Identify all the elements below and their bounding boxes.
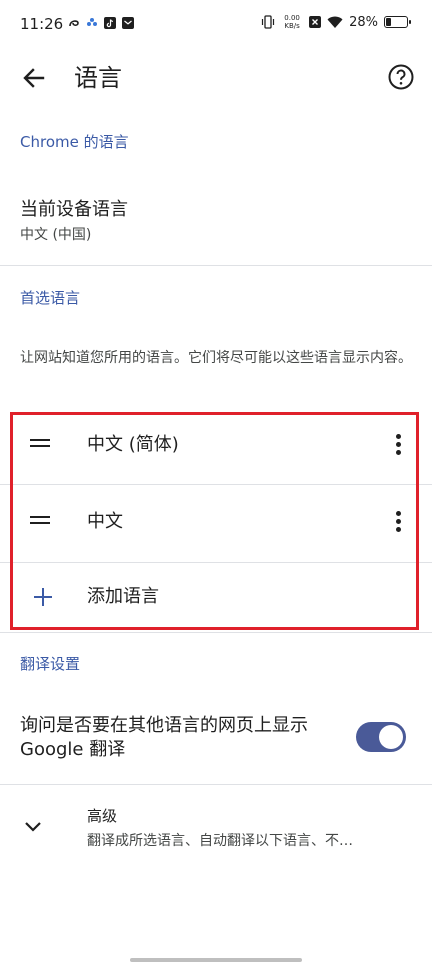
chevron-down-icon [25,822,41,832]
language-label: 中文 [87,511,123,532]
battery-percent: 28% [349,14,378,30]
language-label: 中文 (简体) [87,434,179,455]
network-speed-unit: KB/s [284,22,300,30]
more-vert-icon[interactable] [386,509,410,535]
top-app-bar: 语言 [0,50,432,106]
swirl-app-icon [69,20,79,27]
advanced-title: 高级 [87,807,118,825]
vibrate-icon [261,15,275,29]
plus-icon [34,588,52,606]
system-status: 0.00 KB/s 28% [261,14,411,30]
divider [0,265,432,266]
device-language-value: 中文 (中国) [20,227,92,243]
section-header-preferred-languages: 首选语言 [20,289,81,307]
device-language-title: 当前设备语言 [20,199,128,220]
more-vert-icon[interactable] [386,432,410,458]
language-row-chinese-simplified[interactable]: 中文 (简体) [0,408,432,484]
home-indicator[interactable] [130,958,302,962]
divider [0,632,432,633]
divider [0,784,432,785]
network-speed: 0.00 KB/s [281,14,303,30]
drag-handle-icon[interactable] [30,515,50,525]
wifi-icon [327,16,343,28]
drag-handle-icon[interactable] [30,438,50,448]
add-language-button[interactable]: 添加语言 [0,562,432,630]
help-icon[interactable] [387,63,415,91]
back-arrow-icon[interactable] [18,62,50,94]
offer-translate-toggle[interactable] [356,722,406,752]
no-sim-icon [309,16,322,28]
preferred-languages-description: 让网站知道您所用的语言。它们将尽可能以这些语言显示内容。 [20,350,412,366]
add-language-label: 添加语言 [87,586,159,607]
section-header-chrome-language: Chrome 的语言 [20,133,129,151]
status-time: 11:26 [20,15,64,33]
page-title: 语言 [74,64,122,92]
toggle-knob [379,725,403,749]
battery-icon [384,16,411,28]
flower-app-icon [87,18,97,26]
advanced-subtitle: 翻译成所选语言、自动翻译以下语言、不… [87,833,353,849]
tiktok-icon [104,17,116,29]
notification-icons [68,17,134,29]
offer-translate-label: 询问是否要在其他语言的网页上显示 Google 翻译 [20,715,308,760]
battery-fill [386,18,391,26]
status-bar: 11:26 0.00 KB/s 28% [0,0,432,50]
section-header-translate: 翻译设置 [20,655,81,673]
network-speed-value: 0.00 [284,14,300,22]
mail-icon [122,17,134,29]
language-row-chinese[interactable]: 中文 [0,485,432,561]
